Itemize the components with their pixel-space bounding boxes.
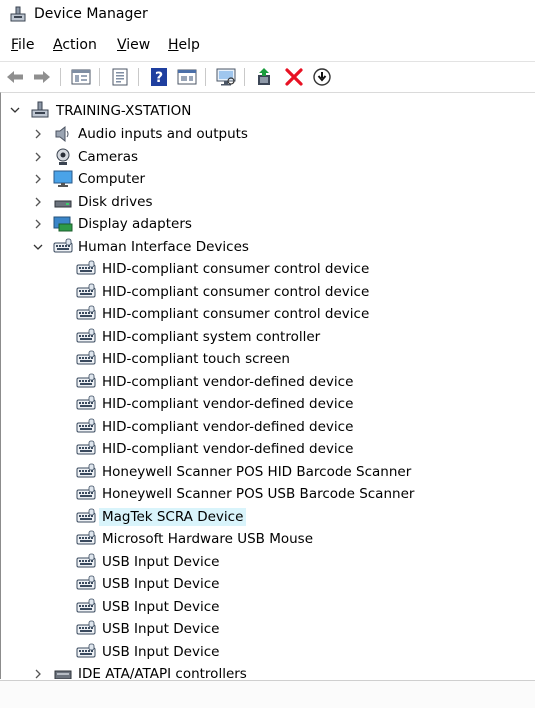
chevron-right-icon[interactable] <box>32 173 44 185</box>
device-label: USB Input Device <box>102 599 220 615</box>
ide-controller-icon <box>53 665 73 679</box>
hid-device-icon <box>76 463 96 481</box>
menu-file-label: ile <box>18 37 35 53</box>
toolbar: ? <box>0 61 535 92</box>
hid-device-icon <box>76 373 96 391</box>
hid-device-icon <box>76 575 96 593</box>
menu-help[interactable]: Help <box>168 37 200 53</box>
menu-help-accel: H <box>168 37 179 53</box>
display-adapter-icon <box>53 215 73 233</box>
menu-view-accel: V <box>117 37 127 53</box>
device-label: USB Input Device <box>102 644 220 660</box>
device-label: HID-compliant consumer control device <box>102 261 370 277</box>
category-label: Human Interface Devices <box>78 239 249 255</box>
toolbar-separator <box>60 68 61 86</box>
device-manager-icon <box>9 5 27 23</box>
menu-action-label: ction <box>62 37 97 53</box>
hid-device-icon <box>76 508 96 526</box>
hid-device-icon <box>76 350 96 368</box>
hid-device-icon <box>76 283 96 301</box>
device-label: HID-compliant vendor-defined device <box>102 374 354 390</box>
back-arrow-icon[interactable] <box>4 67 26 87</box>
forward-arrow-icon[interactable] <box>31 67 53 87</box>
device-label: HID-compliant system controller <box>102 329 321 345</box>
hid-device-icon <box>76 598 96 616</box>
window-title: Device Manager <box>34 6 148 22</box>
hid-device-icon <box>76 305 96 323</box>
chevron-right-icon[interactable] <box>32 196 44 208</box>
device-label: Honeywell Scanner POS USB Barcode Scanne… <box>102 486 415 502</box>
hid-device-icon <box>76 418 96 436</box>
help-icon[interactable]: ? <box>148 67 170 87</box>
device-label: HID-compliant vendor-defined device <box>102 396 354 412</box>
device-label: HID-compliant vendor-defined device <box>102 419 354 435</box>
menu-view[interactable]: View <box>117 37 150 53</box>
document-icon[interactable] <box>109 67 131 87</box>
hid-device-icon <box>76 328 96 346</box>
tree-root-label: TRAINING-XSTATION <box>56 103 192 119</box>
menu-file-accel: F <box>11 37 19 53</box>
hid-device-icon <box>76 440 96 458</box>
toolbar-separator <box>138 68 139 86</box>
menu-file[interactable]: File <box>11 37 34 53</box>
menu-view-label: iew <box>126 37 151 53</box>
disk-drive-icon <box>53 193 73 211</box>
category-label: Disk drives <box>78 194 153 210</box>
device-label: Microsoft Hardware USB Mouse <box>102 531 314 547</box>
category-label: Cameras <box>78 149 139 165</box>
chevron-right-icon[interactable] <box>32 668 44 679</box>
chevron-right-icon[interactable] <box>32 128 44 140</box>
category-label: Display adapters <box>78 216 192 232</box>
menu-action[interactable]: Action <box>53 37 97 53</box>
device-label: HID-compliant vendor-defined device <box>102 441 354 457</box>
hid-device-icon <box>76 530 96 548</box>
category-label: Audio inputs and outputs <box>78 126 248 142</box>
category-label: IDE ATA/ATAPI controllers <box>78 666 247 679</box>
toolbar-separator <box>205 68 206 86</box>
device-label: USB Input Device <box>102 621 220 637</box>
uninstall-x-icon[interactable] <box>283 67 305 87</box>
menu-bar: File Action View Help <box>0 35 535 57</box>
monitor-icon <box>53 170 73 188</box>
webcam-icon <box>53 148 73 166</box>
monitor-scan-icon[interactable] <box>215 67 237 87</box>
device-label: HID-compliant consumer control device <box>102 284 370 300</box>
device-label: USB Input Device <box>102 576 220 592</box>
device-label: Honeywell Scanner POS HID Barcode Scanne… <box>102 464 412 480</box>
category-label: Computer <box>78 171 146 187</box>
hid-device-icon <box>76 553 96 571</box>
update-driver-icon[interactable] <box>254 67 276 87</box>
device-label: HID-compliant touch screen <box>102 351 290 367</box>
device-label: HID-compliant consumer control device <box>102 306 370 322</box>
hid-device-icon <box>76 620 96 638</box>
chevron-down-icon[interactable] <box>32 241 44 253</box>
device-tree: TRAINING-XSTATION Audio inputs and outpu… <box>0 92 535 679</box>
hid-device-icon <box>76 643 96 661</box>
properties-icon[interactable] <box>70 67 92 87</box>
menu-action-accel: A <box>53 37 63 53</box>
speaker-icon <box>53 125 73 143</box>
device-label: MagTek SCRA Device <box>99 508 247 526</box>
toolbar-separator <box>244 68 245 86</box>
hid-device-icon <box>76 260 96 278</box>
chevron-right-icon[interactable] <box>32 218 44 230</box>
chevron-down-icon[interactable] <box>9 104 21 116</box>
menu-help-label: elp <box>178 37 200 53</box>
hid-icon <box>53 238 73 256</box>
computer-tower-icon <box>30 101 50 119</box>
device-label: USB Input Device <box>102 554 220 570</box>
svg-text:?: ? <box>155 70 163 86</box>
title-bar: Device Manager <box>0 0 535 30</box>
status-bar <box>0 680 535 708</box>
show-hidden-icon[interactable] <box>176 67 198 87</box>
hid-device-icon <box>76 485 96 503</box>
hid-device-icon <box>76 395 96 413</box>
chevron-right-icon[interactable] <box>32 151 44 163</box>
download-icon[interactable] <box>311 67 333 87</box>
toolbar-separator <box>99 68 100 86</box>
